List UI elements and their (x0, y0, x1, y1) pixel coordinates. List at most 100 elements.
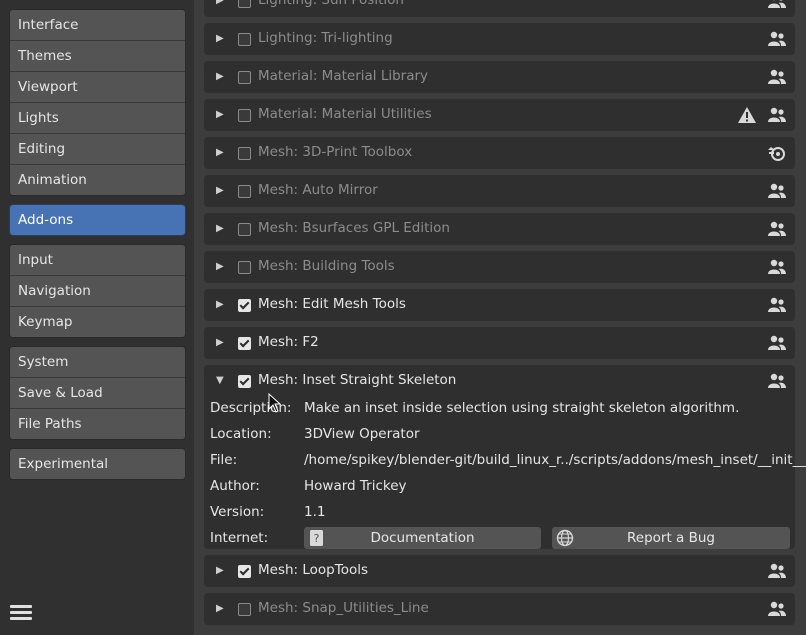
disclosure-collapsed-icon[interactable]: ▶ (216, 33, 224, 44)
addon-panel: ▶ Mesh: 3D-Print Toolbox (204, 137, 795, 169)
community-icon (767, 372, 787, 390)
addon-enable-checkbox[interactable] (238, 147, 251, 160)
file-path-label: File: (210, 452, 238, 468)
addon-header[interactable]: ▶ Mesh: Edit Mesh Tools (204, 289, 795, 321)
addon-name: Mesh: Inset Straight Skeleton (258, 372, 457, 388)
documentation-button[interactable]: ? Documentation (304, 527, 541, 549)
disclosure-collapsed-icon[interactable]: ▶ (216, 603, 224, 614)
addon-enable-checkbox[interactable] (238, 185, 251, 198)
community-icon (767, 258, 787, 276)
disclosure-collapsed-icon[interactable]: ▶ (216, 0, 224, 6)
addon-header[interactable]: ▶ Mesh: Building Tools (204, 251, 795, 283)
detail-row-internet: Internet:? Documentation Report a Bug (210, 527, 795, 549)
addon-enable-checkbox[interactable] (238, 337, 251, 350)
sidebar-item-add-ons[interactable]: Add-ons (10, 205, 185, 235)
disclosure-collapsed-icon[interactable]: ▶ (216, 71, 224, 82)
community-icon (767, 30, 787, 48)
addon-name: Mesh: F2 (258, 334, 319, 350)
mouse-cursor-icon (268, 393, 282, 413)
globe-icon (556, 529, 574, 547)
sidebar-item-experimental[interactable]: Experimental (10, 449, 185, 479)
addon-header[interactable]: ▶ Lighting: Tri-lighting (204, 23, 795, 55)
addon-enable-checkbox[interactable] (238, 109, 251, 122)
disclosure-expanded-icon[interactable]: ▼ (216, 375, 224, 386)
documentation-button-label: Documentation (370, 530, 475, 546)
version-label: Version: (210, 504, 265, 520)
addon-panel: ▶ Mesh: Edit Mesh Tools (204, 289, 795, 321)
warning-icon (737, 106, 757, 124)
addon-panel: ▶ Material: Material Utilities (204, 99, 795, 131)
addon-header[interactable]: ▼ Mesh: Inset Straight Skeleton (204, 365, 795, 397)
version-value: 1.1 (304, 504, 326, 520)
help-icon: ? (308, 529, 326, 547)
sidebar-item-keymap[interactable]: Keymap (10, 306, 185, 337)
addon-enable-checkbox[interactable] (238, 299, 251, 312)
addon-name: Material: Material Library (258, 68, 429, 84)
sidebar-group: Input Navigation Keymap (9, 244, 186, 338)
addon-header[interactable]: ▶ Mesh: F2 (204, 327, 795, 359)
addon-name: Mesh: Building Tools (258, 258, 395, 274)
addon-header[interactable]: ▶ Mesh: Auto Mirror (204, 175, 795, 207)
detail-row-location: Location: 3DView Operator (210, 423, 795, 445)
addon-name: Mesh: LoopTools (258, 562, 369, 578)
preferences-sidebar: Interface Themes Viewport Lights Editing Anim… (0, 0, 194, 635)
community-icon (767, 106, 787, 124)
disclosure-collapsed-icon[interactable]: ▶ (216, 261, 224, 272)
addon-name: Material: Material Utilities (258, 106, 432, 122)
author-value: Howard Trickey (304, 478, 407, 494)
sidebar-item-file-paths[interactable]: File Paths (10, 408, 185, 439)
addon-header[interactable]: ▶ Lighting: Sun Position (204, 0, 795, 17)
sidebar-item-animation[interactable]: Animation (10, 164, 185, 195)
addon-header[interactable]: ▶ Mesh: 3D-Print Toolbox (204, 137, 795, 169)
disclosure-collapsed-icon[interactable]: ▶ (216, 185, 224, 196)
addon-header[interactable]: ▶ Material: Material Utilities (204, 99, 795, 131)
svg-text:?: ? (314, 532, 320, 545)
detail-row-author: Author: Howard Trickey (210, 475, 795, 497)
addon-header[interactable]: ▶ Mesh: Snap_Utilities_Line (204, 593, 795, 625)
disclosure-collapsed-icon[interactable]: ▶ (216, 337, 224, 348)
sidebar-item-save-load[interactable]: Save & Load (10, 377, 185, 408)
addon-header[interactable]: ▶ Mesh: Bsurfaces GPL Edition (204, 213, 795, 245)
addon-enable-checkbox[interactable] (238, 33, 251, 46)
report-bug-button-label: Report a Bug (627, 530, 715, 546)
disclosure-collapsed-icon[interactable]: ▶ (216, 565, 224, 576)
addon-enable-checkbox[interactable] (238, 71, 251, 84)
description-label: Description: (210, 400, 292, 416)
disclosure-collapsed-icon[interactable]: ▶ (216, 147, 224, 158)
addon-enable-checkbox[interactable] (238, 603, 251, 616)
community-icon (767, 0, 787, 10)
addon-enable-checkbox[interactable] (238, 0, 251, 8)
report-bug-button[interactable]: Report a Bug (552, 527, 790, 549)
addon-enable-checkbox[interactable] (238, 261, 251, 274)
location-value: 3DView Operator (304, 426, 420, 442)
addon-panel: ▶ Lighting: Tri-lighting (204, 23, 795, 55)
addon-enable-checkbox[interactable] (238, 223, 251, 236)
disclosure-collapsed-icon[interactable]: ▶ (216, 223, 224, 234)
author-label: Author: (210, 478, 260, 494)
addon-panel: ▶ Lighting: Sun Position (204, 0, 795, 17)
sidebar-group: Experimental (9, 448, 186, 480)
sidebar-item-input[interactable]: Input (10, 245, 185, 275)
sidebar-item-lights[interactable]: Lights (10, 102, 185, 133)
sidebar-item-system[interactable]: System (10, 347, 185, 377)
addon-panel: ▶ Mesh: Building Tools (204, 251, 795, 283)
addon-enable-checkbox[interactable] (238, 565, 251, 578)
addon-panel: ▶ Mesh: LoopTools (204, 555, 795, 587)
addon-header[interactable]: ▶ Mesh: LoopTools (204, 555, 795, 587)
sidebar-group: Interface Themes Viewport Lights Editing Anim… (9, 9, 186, 196)
hamburger-menu-icon[interactable] (10, 603, 32, 623)
sidebar-item-interface[interactable]: Interface (10, 10, 185, 40)
sidebar-item-navigation[interactable]: Navigation (10, 275, 185, 306)
sidebar-item-viewport[interactable]: Viewport (10, 71, 185, 102)
disclosure-collapsed-icon[interactable]: ▶ (216, 299, 224, 310)
disclosure-collapsed-icon[interactable]: ▶ (216, 109, 224, 120)
description-value: Make an inset inside selection using str… (304, 400, 740, 416)
community-icon (767, 334, 787, 352)
addon-enable-checkbox[interactable] (238, 375, 251, 388)
addon-name: Mesh: Bsurfaces GPL Edition (258, 220, 450, 236)
sidebar-item-editing[interactable]: Editing (10, 133, 185, 164)
sidebar-item-themes[interactable]: Themes (10, 40, 185, 71)
addon-header[interactable]: ▶ Material: Material Library (204, 61, 795, 93)
internet-label: Internet: (210, 530, 269, 546)
addon-panel: ▶ Material: Material Library (204, 61, 795, 93)
